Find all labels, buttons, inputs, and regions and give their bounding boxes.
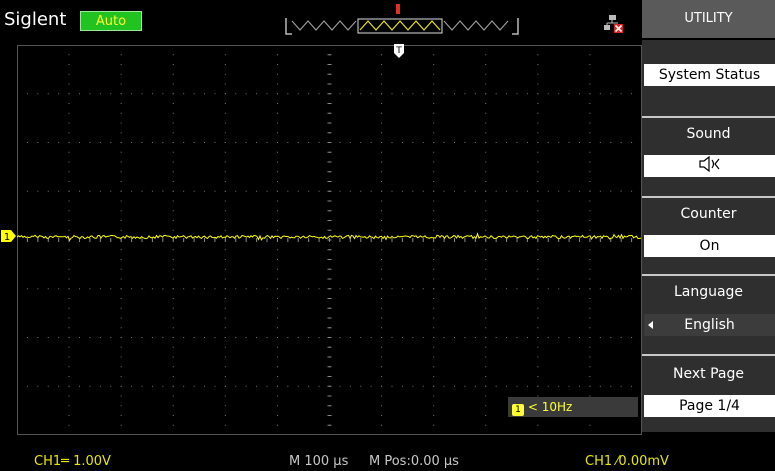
top-status-bar: Siglent Auto [0, 0, 642, 44]
ch1-level-marker[interactable]: 1 [0, 229, 28, 243]
menu-title: UTILITY [642, 0, 775, 38]
trigger-channel-icon: 1 [512, 404, 524, 416]
language-value[interactable]: English [644, 314, 775, 336]
counter-label: Counter [680, 206, 737, 222]
menu-item-system-status[interactable]: System Status [642, 40, 775, 116]
timebase-readout[interactable]: M 100 µs [289, 454, 348, 469]
menu-item-counter[interactable]: Counter On [642, 198, 775, 274]
trigger-mode-badge: Auto [80, 11, 142, 31]
trigger-time-marker: T [394, 44, 404, 58]
horizontal-position-readout[interactable]: M Pos:0.00 µs [369, 454, 459, 469]
memory-depth-indicator [285, 18, 519, 35]
waveform-grid[interactable] [17, 45, 642, 435]
menu-item-sound[interactable]: Sound [642, 118, 775, 196]
menu-item-language[interactable]: Language English [642, 276, 775, 354]
counter-value[interactable]: On [644, 235, 775, 257]
ch1-scale-readout[interactable]: CH1═ 1.00V [34, 454, 111, 469]
utility-menu: UTILITY System Status Sound Counter On L… [642, 0, 775, 440]
next-page-label: Next Page [673, 366, 744, 382]
bottom-status-bar: CH1═ 1.00V M 100 µs M Pos:0.00 µs CH1 ⁄0… [0, 445, 775, 471]
frequency-value: < 10Hz [527, 400, 573, 414]
frequency-counter-readout: 1 < 10Hz [508, 397, 638, 417]
network-disconnected-icon [604, 15, 623, 33]
brand-logo: Siglent [4, 9, 67, 30]
sound-label: Sound [686, 126, 731, 142]
language-value-text: English [684, 317, 735, 333]
language-label: Language [673, 284, 744, 300]
trigger-position-marker [396, 4, 400, 14]
trigger-level-readout[interactable]: CH1 ⁄0.00mV [585, 454, 669, 469]
trigger-marker-label: T [395, 46, 402, 56]
page-indicator[interactable]: Page 1/4 [644, 395, 775, 417]
system-status-button[interactable]: System Status [644, 64, 775, 86]
grid-dots [17, 45, 642, 435]
left-arrow-icon [648, 321, 653, 329]
sound-toggle[interactable] [644, 155, 775, 177]
oscilloscope-screen: Siglent Auto T 1 1 < 10Hz UTILITY System… [0, 0, 775, 471]
speaker-icon [698, 155, 719, 173]
menu-item-next-page[interactable]: Next Page Page 1/4 [642, 356, 775, 432]
channel-marker-label: 1 [4, 232, 10, 243]
